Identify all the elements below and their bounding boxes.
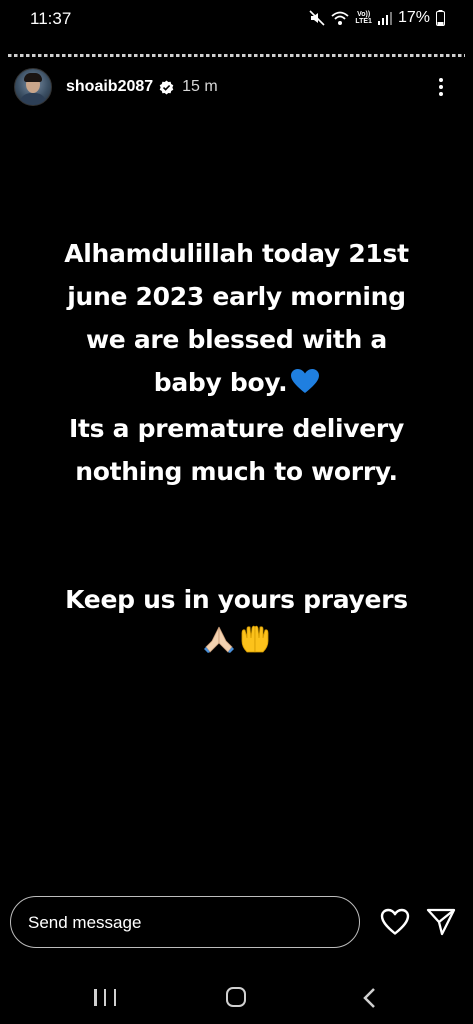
mute-icon <box>309 9 325 27</box>
more-options-button[interactable] <box>431 74 451 100</box>
emoji-line <box>0 621 473 666</box>
send-message-placeholder: Send message <box>28 913 142 932</box>
recents-button[interactable] <box>94 989 116 1006</box>
folded-hands-emoji-icon <box>203 623 235 666</box>
status-bar: 11:37 Vo)) LTE1 17% <box>0 0 473 38</box>
story-text: Alhamdulillah today 21st june 2023 early… <box>0 232 473 666</box>
story-line: Keep us in yours prayers <box>65 585 408 614</box>
story-progress-bar <box>8 54 465 57</box>
story-line-with-emoji: baby boy. <box>0 361 473 407</box>
back-chevron-icon <box>363 988 375 1008</box>
story-line: baby boy. <box>153 368 288 397</box>
share-button[interactable] <box>426 907 456 937</box>
send-message-input[interactable]: Send message <box>10 896 360 948</box>
story-line: june 2023 early morning <box>67 282 406 311</box>
story-header: shoaib2087 15 m <box>14 68 459 106</box>
story-line: Alhamdulillah today 21st <box>64 239 409 268</box>
story-line: nothing much to worry. <box>75 457 398 486</box>
status-time: 11:37 <box>30 9 72 28</box>
heart-outline-icon <box>380 908 410 935</box>
username[interactable]: shoaib2087 <box>66 78 153 96</box>
back-button[interactable] <box>360 987 380 1009</box>
more-vertical-icon <box>439 78 443 82</box>
verified-badge-icon <box>159 80 174 95</box>
status-icons: Vo)) LTE1 17% <box>309 9 445 27</box>
palms-up-emoji-icon <box>239 623 271 666</box>
home-button[interactable] <box>226 987 246 1007</box>
system-navigation-bar <box>0 970 473 1024</box>
paper-plane-icon <box>426 908 456 936</box>
story-line: we are blessed with a <box>85 325 388 354</box>
signal-icon <box>377 9 392 27</box>
story-time-ago: 15 m <box>182 78 218 95</box>
network-type-label: Vo)) LTE1 <box>355 11 372 25</box>
blue-heart-emoji-icon <box>291 364 320 407</box>
like-button[interactable] <box>380 908 410 936</box>
battery-percent: 17% <box>397 9 430 26</box>
avatar[interactable] <box>14 68 52 106</box>
recents-icon <box>94 989 97 1006</box>
battery-icon <box>436 9 445 27</box>
wifi-icon <box>331 9 349 27</box>
story-line: Its a premature delivery <box>69 414 404 443</box>
